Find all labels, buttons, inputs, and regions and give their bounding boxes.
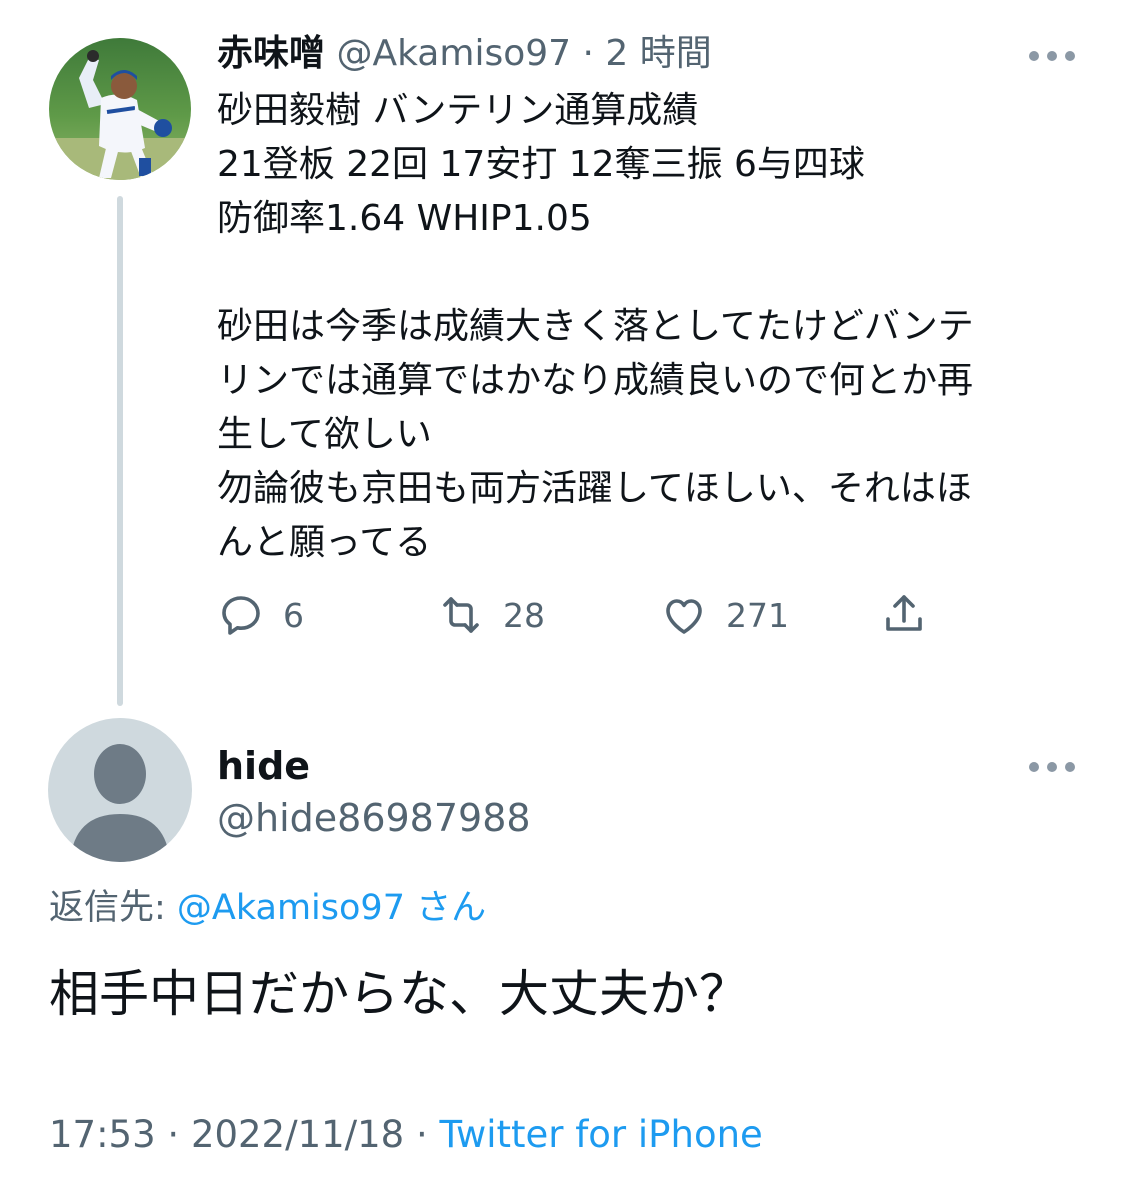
reply-count: 6 (283, 595, 304, 635)
thread-line (117, 196, 123, 706)
reply-context: 返信先: @Akamiso97 さん (49, 886, 486, 930)
avatar[interactable] (49, 38, 191, 180)
separator: · (582, 33, 594, 74)
tweet-date[interactable]: 2022/11/18 (191, 1113, 404, 1156)
retweet-count: 28 (503, 595, 545, 635)
like-button[interactable]: 271 (660, 590, 789, 640)
avatar[interactable] (48, 718, 192, 862)
handle[interactable]: @Akamiso97 (336, 33, 571, 74)
time-ago[interactable]: 2 時間 (605, 33, 711, 74)
tweet-header: 赤味噌 @Akamiso97 · 2 時間 (217, 32, 712, 76)
reply-suffix: さん (404, 888, 487, 928)
more-icon[interactable] (1029, 50, 1075, 62)
tweet-time[interactable]: 17:53 (49, 1113, 156, 1156)
heart-icon (666, 599, 702, 634)
handle[interactable]: @hide86987988 (217, 796, 531, 840)
reply-prefix: 返信先: (49, 888, 177, 928)
default-profile-icon (48, 718, 192, 862)
separator: · (155, 1113, 191, 1156)
share-icon (886, 595, 922, 631)
retweet-icon (443, 597, 479, 633)
reply-mention-link[interactable]: @Akamiso97 (177, 888, 405, 928)
like-count: 271 (726, 595, 789, 635)
source-link[interactable]: Twitter for iPhone (440, 1113, 763, 1156)
display-name[interactable]: hide (217, 744, 310, 788)
tweet-footer: 17:53 · 2022/11/18 · Twitter for iPhone (49, 1112, 763, 1158)
tweet-text: 砂田毅樹 バンテリン通算成績 21登板 22回 17安打 12奪三振 6与四球 … (217, 90, 974, 563)
pitcher-photo-icon (49, 38, 191, 180)
separator: · (404, 1113, 440, 1156)
retweet-button[interactable]: 28 (437, 590, 545, 640)
display-name[interactable]: 赤味噌 (217, 33, 325, 74)
speech-bubble-icon (222, 596, 260, 635)
tweet-text: 相手中日だからな、大丈夫か？ (49, 965, 749, 1023)
share-button[interactable] (880, 590, 928, 640)
reply-button[interactable]: 6 (217, 590, 304, 640)
more-icon[interactable] (1029, 761, 1075, 773)
